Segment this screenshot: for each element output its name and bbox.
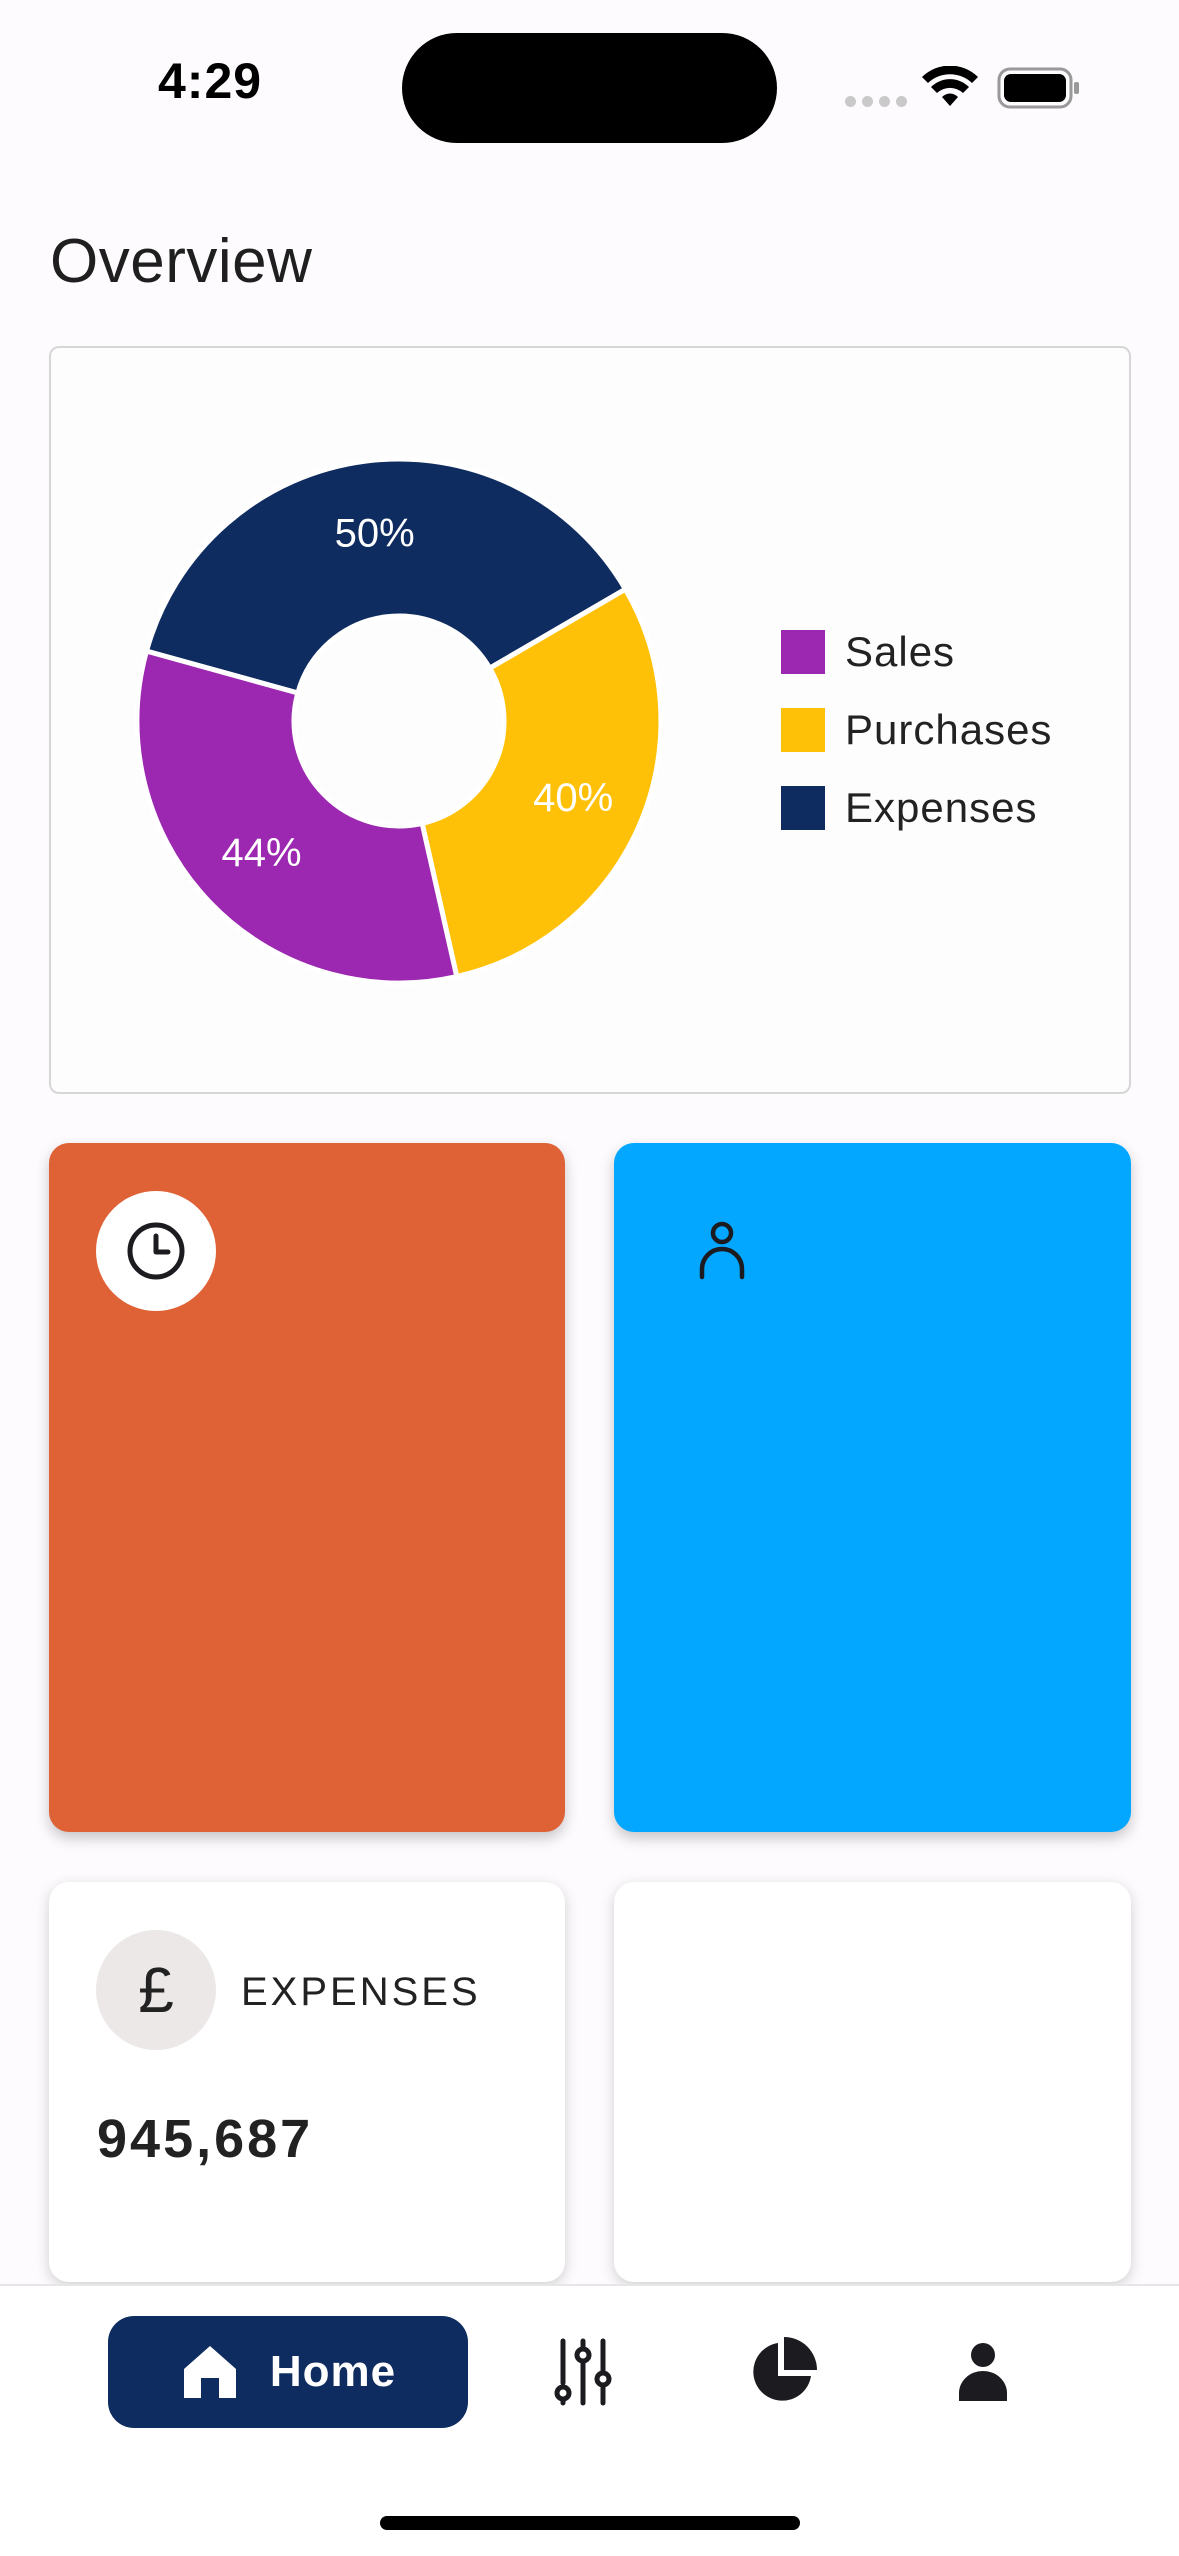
legend-item-sales: Sales xyxy=(781,613,1052,691)
legend-label: Purchases xyxy=(845,706,1053,753)
slice-label-sales: 44% xyxy=(221,831,301,875)
nav-item-home[interactable]: Home xyxy=(108,2316,468,2428)
stat-value: 945,687 xyxy=(97,2109,314,2169)
home-indicator xyxy=(380,2516,800,2530)
nav-item-label: Home xyxy=(269,2347,397,2396)
overview-chart-card: 50% 40% 44% Sales Purchases Expenses xyxy=(49,346,1131,1094)
home-icon xyxy=(183,2346,236,2398)
wifi-icon xyxy=(922,66,978,106)
slice-label-expenses: 50% xyxy=(335,512,415,556)
chart-legend: Sales Purchases Expenses xyxy=(781,613,1052,847)
page-title: Overview xyxy=(50,227,313,296)
cellular-signal-icon xyxy=(845,96,907,107)
sliders-icon xyxy=(554,2338,612,2406)
expenses-stat-card[interactable]: £ EXPENSES 945,687 xyxy=(49,1882,565,2282)
donut-slice-sales[interactable] xyxy=(134,648,460,986)
legend-label: Expenses xyxy=(845,784,1038,831)
pie-chart-icon xyxy=(753,2337,817,2401)
person-icon xyxy=(959,2343,1007,2401)
legend-swatch-purchases xyxy=(781,708,825,752)
battery-icon xyxy=(997,67,1079,109)
nav-item-reports[interactable] xyxy=(722,2316,842,2428)
legend-swatch-sales xyxy=(781,630,825,674)
nav-item-profile[interactable] xyxy=(923,2316,1043,2428)
stat-label: EXPENSES xyxy=(241,1970,481,2014)
clock-badge xyxy=(96,1191,216,1311)
pound-icon: £ xyxy=(96,1930,216,2050)
person-outline-icon xyxy=(699,1221,745,1280)
legend-swatch-expenses xyxy=(781,786,825,830)
customers-tile[interactable] xyxy=(614,1143,1131,1832)
dynamic-island xyxy=(402,33,777,143)
status-time: 4:29 xyxy=(158,53,263,109)
stat-card[interactable] xyxy=(614,1882,1131,2282)
legend-label: Sales xyxy=(845,628,956,675)
clock-icon xyxy=(127,1222,185,1280)
legend-item-expenses: Expenses xyxy=(781,769,1052,847)
legend-item-purchases: Purchases xyxy=(781,691,1052,769)
nav-item-filters[interactable] xyxy=(523,2316,643,2428)
recent-activity-tile[interactable] xyxy=(49,1143,565,1832)
slice-label-purchases: 40% xyxy=(533,776,613,820)
status-bar: 4:29 xyxy=(0,0,1179,150)
donut-chart: 50% 40% 44% xyxy=(134,456,664,986)
